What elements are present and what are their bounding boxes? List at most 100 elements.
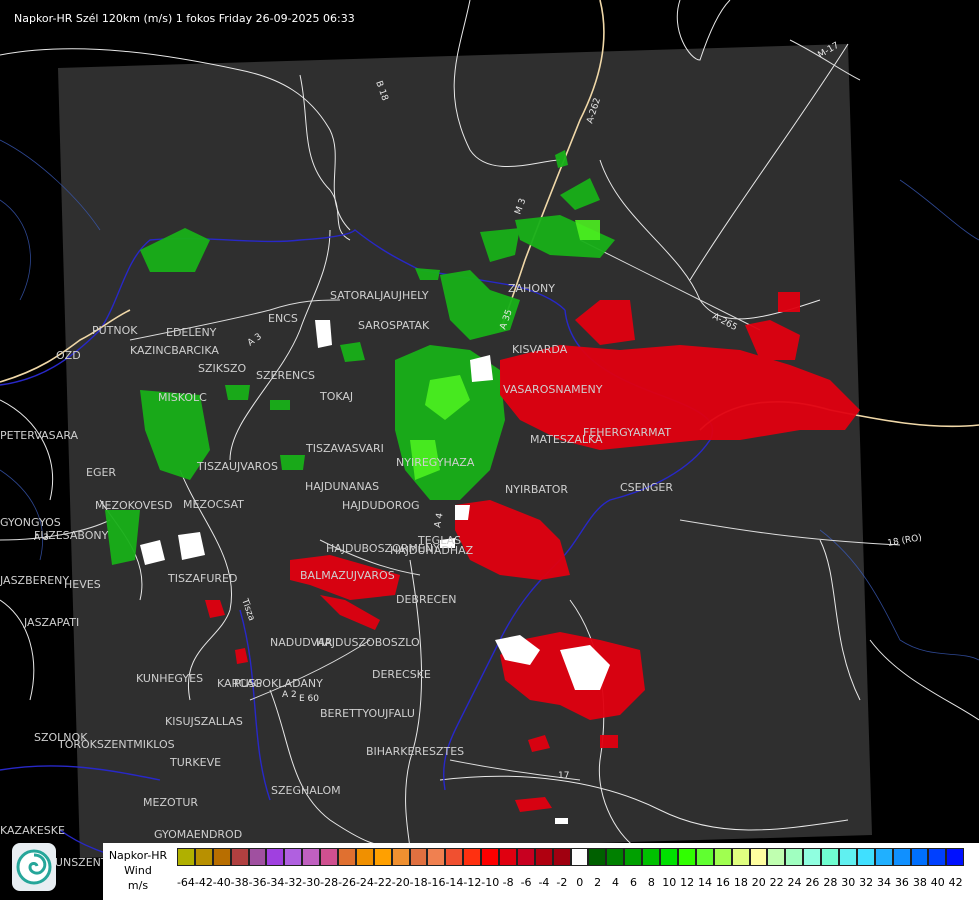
legend-tick-label: -64 [176,876,195,889]
place-label: MISKOLC [158,391,207,404]
legend-swatch [230,848,249,866]
legend-tick-label: -32 [284,876,303,889]
legend-swatch [427,848,446,866]
place-label: MEZOTUR [143,796,198,809]
legend-swatch [463,848,482,866]
legend-swatch [409,848,428,866]
legend-tick-label: -22 [373,876,392,889]
road-label: A 3 [34,533,49,543]
legend-tick-label: 28 [823,876,838,889]
legend-tick-label: -10 [481,876,500,889]
legend-swatch [570,848,589,866]
legend-title-line: Napkor-HR [108,849,168,862]
place-label: KAZAKESKE [0,824,65,837]
place-label: NYIRBATOR [505,483,568,496]
place-label: SZIKSZO [198,362,246,375]
place-label: PUSPOKLADANY [234,677,323,690]
legend-swatch [445,848,464,866]
legend-tick-label: -8 [502,876,514,889]
place-label: TURKEVE [169,756,221,769]
place-label: TISZAUJVAROS [196,460,278,473]
legend-tick-label: -28 [320,876,339,889]
legend-swatch [910,848,929,866]
road-label: 17 [558,771,569,781]
legend-swatch [320,848,339,866]
legend-swatch [660,848,678,866]
legend-swatch [266,848,285,866]
legend-tick-label: -42 [194,876,213,889]
legend-tick-label: -40 [212,876,231,889]
place-label: KUNHEGYES [136,672,203,685]
legend-swatch [713,848,732,866]
radar-map: SATORALJAUJHELY SAROSPATAK ZAHONY KISVAR… [0,0,979,881]
legend-swatch [373,848,392,866]
map-title: Napkor-HR Szél 120km (m/s) 1 fokos Frida… [14,12,355,25]
legend-tick-label: 22 [769,876,784,889]
place-label: PUTNOK [92,324,138,337]
road-label: A 2 [282,690,297,700]
swirl-logo-icon [12,843,56,891]
place-label: BALMAZUJVAROS [300,569,395,582]
place-label: PETERVASARA [0,429,79,442]
legend-tick-label: 26 [805,876,820,889]
place-label: DERECSKE [372,668,431,681]
velocity-legend: Napkor-HR Wind m/s -64 -42 -40 -38 -36 -34 -32… [103,843,979,900]
place-label: DEBRECEN [396,593,456,606]
legend-tick-label: -16 [427,876,446,889]
legend-tick-label: 34 [877,876,892,889]
place-label: KAZINCBARCIKA [130,344,219,357]
place-label: HAJDUNANAS [305,480,379,493]
legend-tick-label: -30 [302,876,321,889]
place-label: CSENGER [620,481,673,494]
legend-tick-label: 18 [733,876,748,889]
legend-title: Napkor-HR Wind m/s [107,848,169,893]
place-label: KISVARDA [512,343,568,356]
legend-swatch [534,848,553,866]
place-label: ZAHONY [508,282,555,295]
legend-swatch [194,848,213,866]
legend-tick-label: -20 [391,876,410,889]
legend-tick-label: -18 [409,876,428,889]
legend-tick-label: 20 [751,876,766,889]
legend-title-line: Wind [124,864,152,877]
place-label: MEZOCSAT [183,498,244,511]
legend-swatch [874,848,893,866]
legend-swatch [588,848,607,866]
place-label: SZERENCS [256,369,315,382]
place-label: NYIREGYHAZA [396,456,475,469]
place-label: JASZBERENY [0,574,69,587]
legend-swatch [212,848,231,866]
legend-swatch [785,848,804,866]
place-label: SZEGHALOM [271,784,341,797]
place-label: MATESZALKA [530,433,603,446]
legend-swatch [499,848,517,866]
legend-swatch [624,848,643,866]
legend-tick-label: 2 [594,876,602,889]
legend-tick-label: -36 [248,876,267,889]
road-label: 18 (RO) [887,533,923,549]
legend-tick-label: -24 [355,876,374,889]
legend-swatch [695,848,714,866]
legend-swatch [677,848,696,866]
place-label: GYOMAENDROD [154,828,242,841]
legend-swatches [177,848,965,868]
legend-tick-label: 24 [787,876,802,889]
place-label: HAJDUSZOBOSZLO [316,636,420,649]
legend-swatch [516,848,535,866]
place-label: SATORALJAUJHELY [330,289,429,302]
legend-swatch [284,848,303,866]
place-label: TOROKSZENTMIKLOS [57,738,175,751]
place-label: BIHARKERESZTES [366,745,464,758]
place-label: EDELENY [166,326,217,339]
legend-swatch [928,848,947,866]
legend-swatch [767,848,786,866]
legend-swatch [856,848,875,866]
legend-swatch [731,848,750,866]
legend-swatch [803,848,822,866]
legend-swatch [177,848,195,866]
legend-tick-label: -12 [463,876,482,889]
legend-tick-label: 14 [698,876,713,889]
place-label: VASAROSNAMENY [503,383,603,396]
legend-tick-label: 40 [930,876,945,889]
legend-tick-label: 8 [647,876,655,889]
